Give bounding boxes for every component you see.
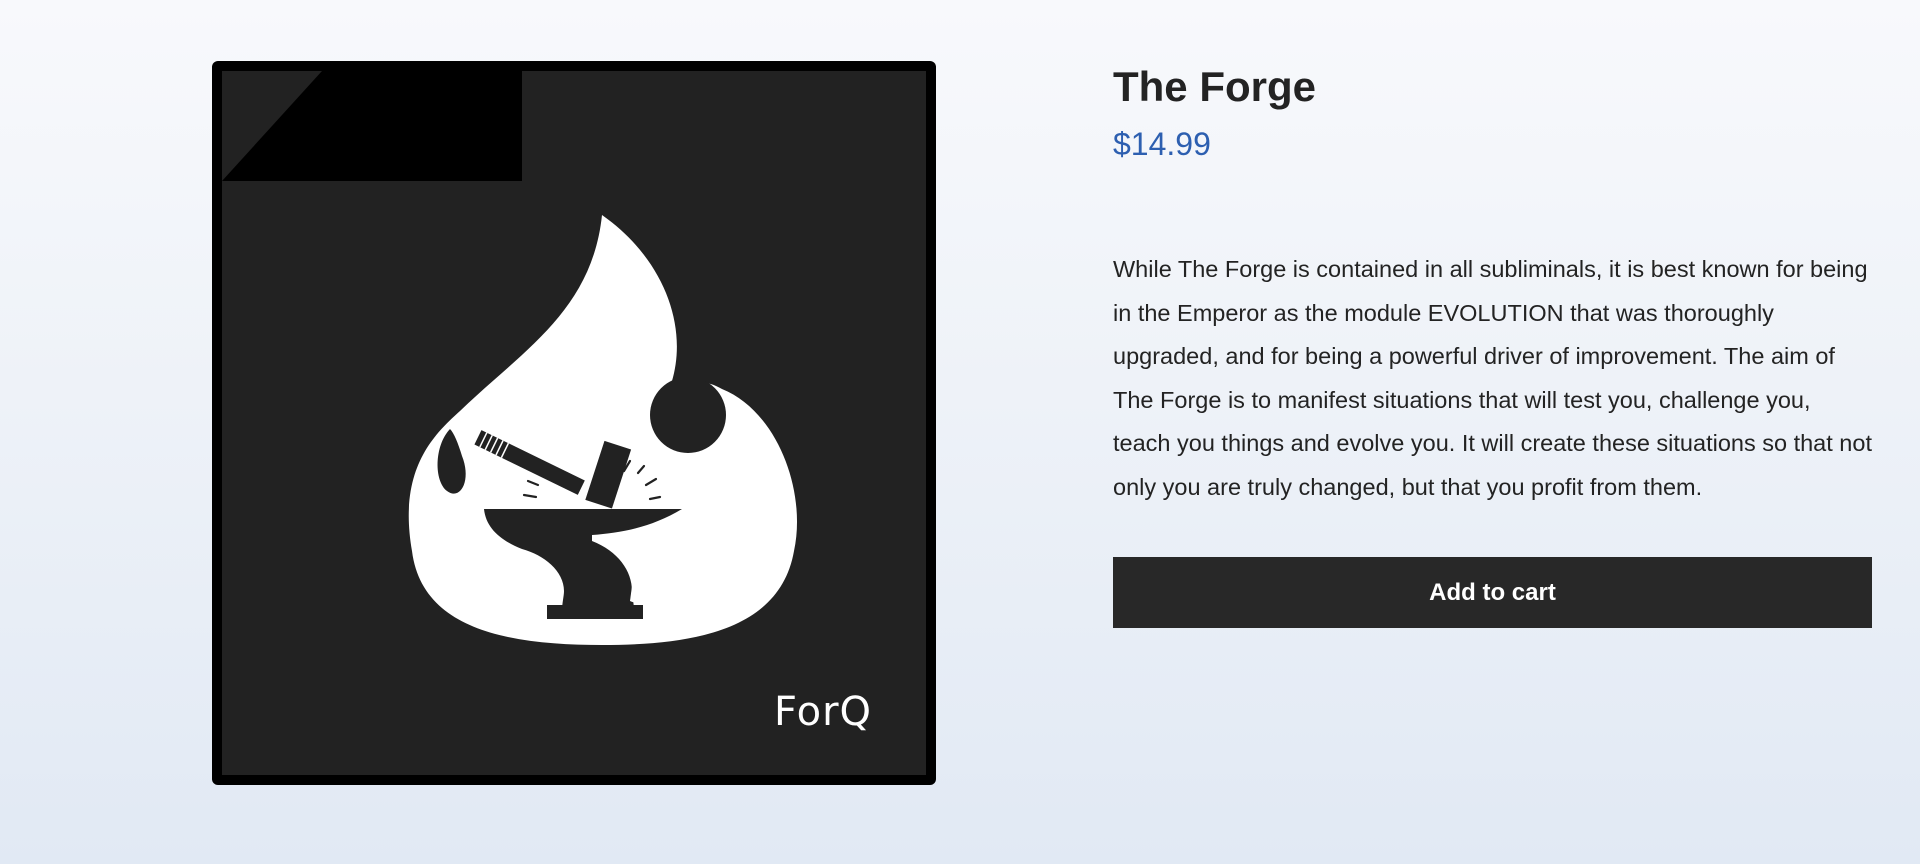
product-image: ForQ [212,61,936,785]
add-to-cart-button[interactable]: Add to cart [1113,557,1872,628]
brand-logo-text: ForQ [774,689,872,735]
product-price: $14.99 [1113,126,1211,162]
brand-corner-banner [222,71,522,181]
product-title: The Forge [1113,63,1317,110]
product-image-artwork: ForQ [222,71,926,775]
product-description: While The Forge is contained in all subl… [1113,256,1872,500]
product-info: The Forge $14.99 While The Forge is cont… [1113,60,1873,509]
